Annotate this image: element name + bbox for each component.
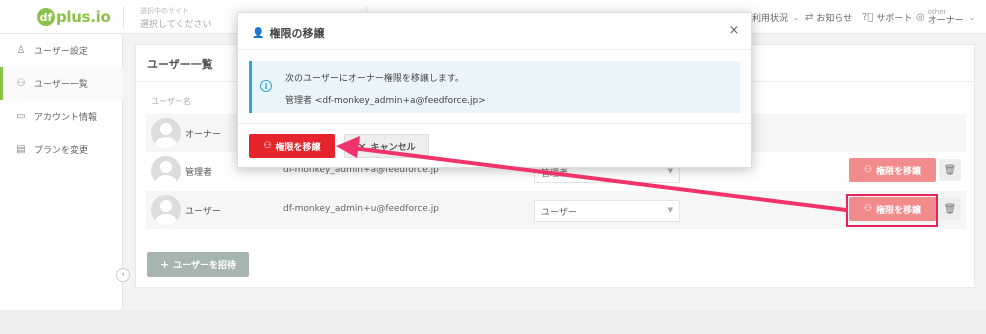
header-divider [123,6,124,28]
sidebar-item-label: プランを変更 [34,146,89,156]
news-label: お知らせ [816,13,853,24]
user-name: 管理者 [185,168,213,178]
modal-header: 👤 権限の移譲 × [238,13,751,50]
table-row: ユーザー df-monkey_admin+u@feedforce.jp ユーザー… [146,191,966,229]
avatar [151,156,181,186]
invite-button-label: ユーザーを招待 [173,261,237,271]
news-link[interactable]: ⇄ お知らせ [805,0,852,34]
annotation-highlight-box [846,194,938,227]
user-menu-text: other オーナー [928,8,964,27]
megaphone-icon: ⇄ [805,11,814,23]
site-selector-label: 選択中のサイト [140,7,189,15]
sidebar-item-user-list[interactable]: ⚇ ユーザー一覧 [0,67,123,100]
close-icon: × [357,139,367,153]
page-title: ユーザー一覧 [147,58,213,71]
credit-card-icon: ▤ [16,144,26,155]
transfer-button-label: 権限を移譲 [876,166,922,177]
trash-icon: 🗑 [943,203,957,215]
user-icon: ♙ [16,45,26,56]
info-message: 次のユーザーにオーナー権限を移譲します。 [285,74,464,84]
confirm-button-label: 権限を移譲 [275,142,321,153]
chevron-down-icon: ⌄ [793,12,800,22]
logo-mark: df [37,8,55,26]
support-link[interactable]: ?⃝ サポート [862,0,912,34]
transfer-ownership-button[interactable]: ⚇ 権限を移譲 [849,158,936,182]
confirm-transfer-button[interactable]: ⚇ 権限を移譲 [249,134,335,158]
sidebar-item-account-info[interactable]: ▭ アカウント情報 [0,100,123,133]
delete-button[interactable]: 🗑 [939,198,961,220]
sidebar-collapse-button[interactable]: ‹ [116,268,130,282]
close-icon[interactable]: × [727,23,741,38]
column-header-username: ユーザー名 [151,97,191,106]
info-alert: i 次のユーザーにオーナー権限を移譲します。 管理者 <df-monkey_ad… [249,61,740,113]
sidebar-item-change-plan[interactable]: ▤ プランを変更 [0,133,123,166]
user-menu-small: other [927,7,947,16]
plus-icon: + [159,258,170,271]
support-label: サポート [876,13,913,24]
avatar [151,118,181,148]
role-select[interactable]: ユーザー ▼ [534,200,680,222]
role-select-value: ユーザー [541,208,577,218]
user-icon: 👤 [252,27,265,39]
site-selector[interactable]: 選択中のサイト 選択してください [140,6,211,30]
site-selector-value: 選択してください [140,20,212,30]
info-icon: i [260,80,272,92]
transfer-ownership-modal: 👤 権限の移譲 × i 次のユーザーにオーナー権限を移譲します。 管理者 <df… [237,12,752,168]
sidebar-item-label: アカウント情報 [34,113,98,123]
usage-label: 利用状況 [752,13,789,24]
avatar [151,195,181,225]
users-icon: ⚇ [263,141,272,151]
app-logo[interactable]: df plus.io [37,7,111,27]
user-name: ユーザー [185,207,221,217]
user-email: df-monkey_admin+u@feedforce.jp [283,204,440,214]
invite-user-button[interactable]: + ユーザーを招待 [147,252,249,277]
logo-text: plus.io [56,8,111,26]
delete-button[interactable]: 🗑 [939,159,961,181]
chevron-down-icon: ⌄ [968,12,976,22]
user-menu[interactable]: ◎ other オーナー ⌄ [916,0,975,34]
sidebar: ♙ ユーザー設定 ⚇ ユーザー一覧 ▭ アカウント情報 ▤ プランを変更 [0,34,123,310]
modal-title: 👤 権限の移譲 [252,25,324,41]
sidebar-item-label: ユーザー一覧 [34,80,88,90]
role-select-value: 管理者 [541,169,569,179]
chevron-down-icon: ▼ [667,167,673,175]
sidebar-item-label: ユーザー設定 [34,47,88,57]
cancel-button[interactable]: × キャンセル [344,134,429,158]
cancel-button-label: キャンセル [370,142,416,153]
sidebar-item-user-settings[interactable]: ♙ ユーザー設定 [0,34,123,67]
usage-menu[interactable]: 利用状況 ⌄ [752,0,800,34]
modal-title-text: 権限の移譲 [269,27,325,40]
id-card-icon: ▭ [16,111,26,122]
info-target-user: 管理者 <df-monkey_admin+a@feedforce.jp> [285,96,486,106]
page-footer-area [0,310,986,334]
users-icon: ⚇ [863,165,873,175]
chevron-down-icon: ▼ [667,206,673,214]
divider [238,123,751,124]
trash-icon: 🗑 [943,164,957,176]
user-name: オーナー [185,130,222,140]
help-circle-icon: ?⃝ [862,11,874,23]
users-icon: ⚇ [16,78,26,89]
user-menu-role: オーナー [927,15,964,26]
user-circle-icon: ◎ [916,11,925,23]
